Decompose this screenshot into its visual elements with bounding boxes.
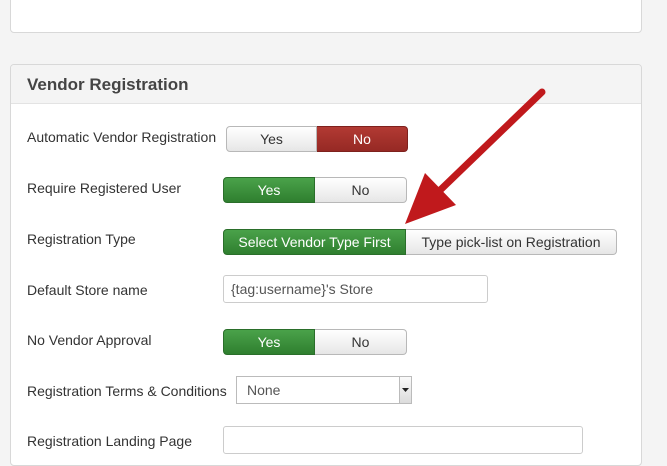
terms-select-value: None [247, 382, 281, 398]
no-approval-toggle: Yes No [223, 329, 407, 355]
auto-vendor-no-button[interactable]: No [317, 126, 408, 152]
auto-vendor-label: Automatic Vendor Registration [27, 129, 217, 145]
auto-vendor-yes-button[interactable]: Yes [226, 126, 317, 152]
panel-header: Vendor Registration [11, 65, 641, 104]
terms-label: Registration Terms & Conditions [27, 383, 227, 399]
terms-select[interactable]: None [236, 376, 412, 404]
auto-vendor-toggle: Yes No [226, 126, 408, 152]
store-name-input[interactable]: {tag:username}'s Store [223, 275, 488, 303]
store-name-label: Default Store name [27, 282, 148, 298]
landing-label: Registration Landing Page [27, 433, 193, 449]
no-approval-label: No Vendor Approval [27, 332, 152, 348]
reg-type-vendor-first-button[interactable]: Select Vendor Type First [223, 229, 406, 255]
no-approval-no-button[interactable]: No [315, 329, 407, 355]
reg-type-picklist-button[interactable]: Type pick-list on Registration [406, 229, 617, 255]
landing-input[interactable] [223, 426, 583, 454]
require-user-toggle: Yes No [223, 177, 407, 203]
require-user-label: Require Registered User [27, 180, 182, 196]
reg-type-label: Registration Type [27, 231, 136, 247]
require-user-yes-button[interactable]: Yes [223, 177, 315, 203]
require-user-no-button[interactable]: No [315, 177, 407, 203]
panel-title: Vendor Registration [27, 75, 189, 94]
previous-panel [10, 0, 642, 33]
caret-down-icon [399, 377, 411, 403]
reg-type-toggle: Select Vendor Type First Type pick-list … [223, 229, 617, 255]
vendor-registration-panel: Vendor Registration Automatic Vendor Reg… [10, 64, 642, 466]
no-approval-yes-button[interactable]: Yes [223, 329, 315, 355]
